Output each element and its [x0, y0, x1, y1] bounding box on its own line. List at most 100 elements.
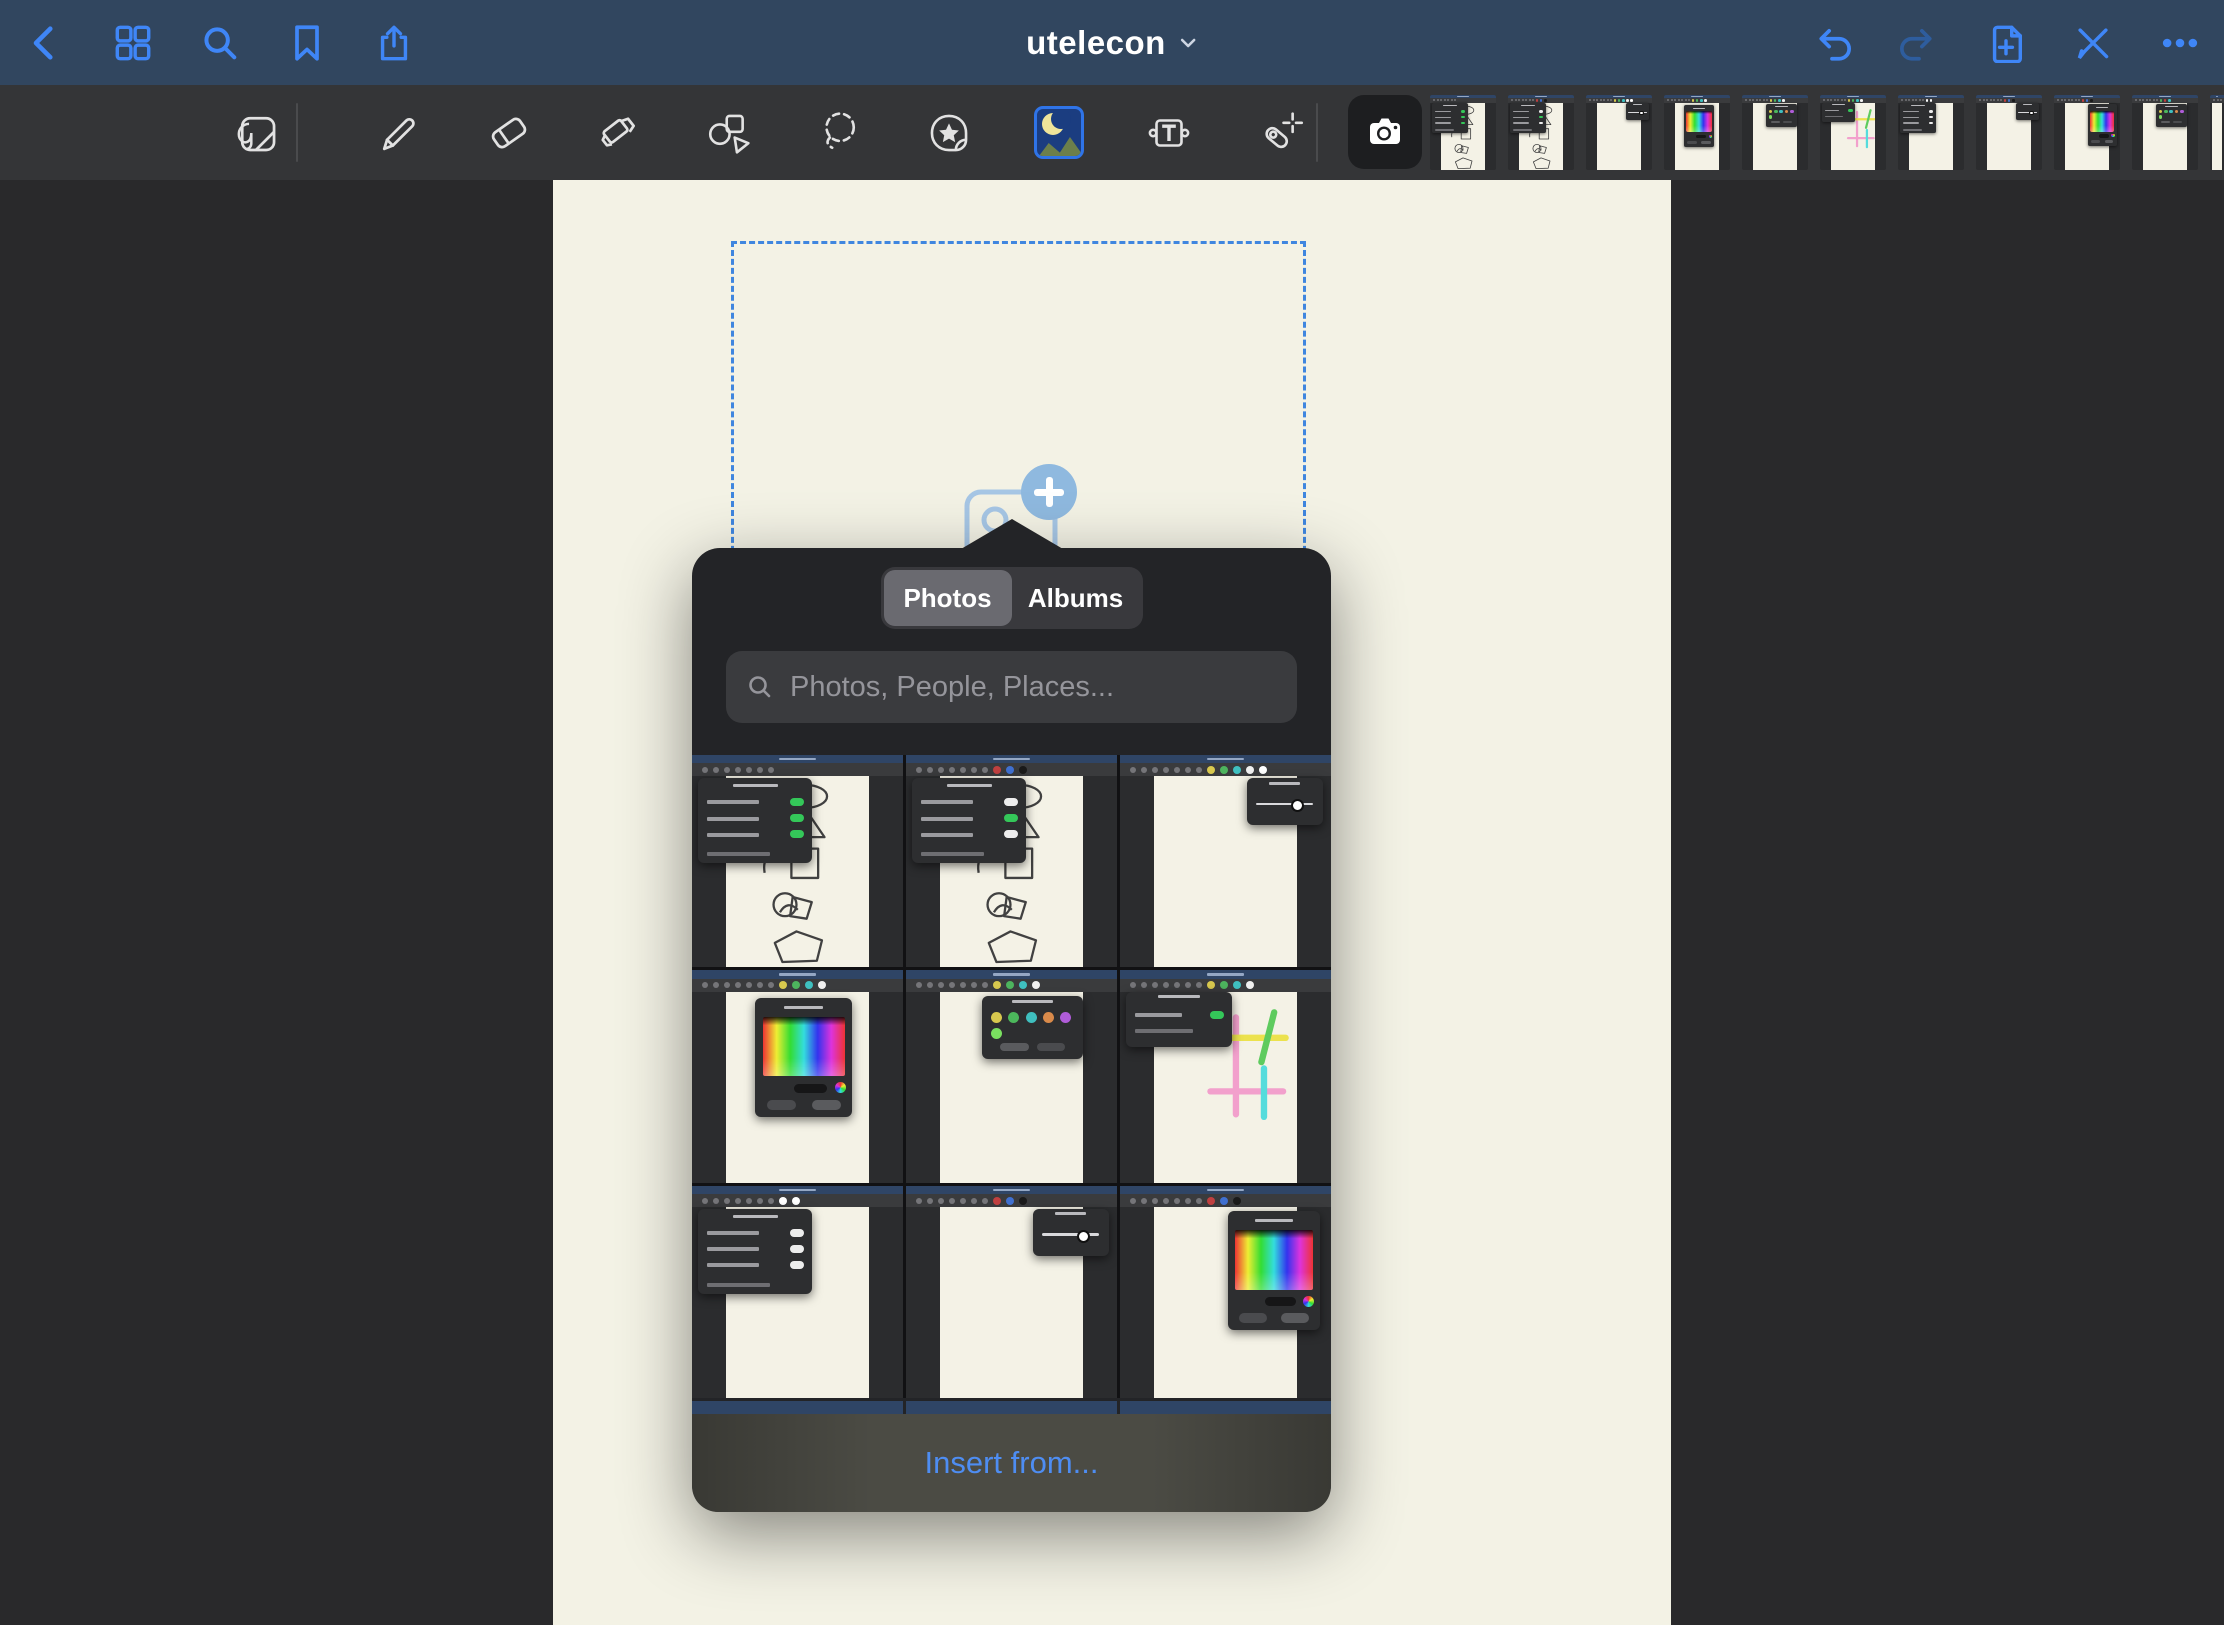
- app-root: utelecon: [0, 0, 2224, 1625]
- mini-popup-slider: [1626, 103, 1650, 120]
- handwriting-mode-icon[interactable]: [232, 108, 282, 158]
- mini-popup-spectrum: [1228, 1211, 1321, 1330]
- mini-navbar: [1120, 970, 1331, 978]
- shapes-tool-icon[interactable]: [704, 108, 754, 158]
- page-thumbnail-screenshot-highlighter-thickness[interactable]: [1586, 95, 1652, 170]
- highlighter-tool-icon[interactable]: [594, 108, 644, 158]
- screenshot-shape-tool-menu: [1508, 95, 1574, 170]
- mini-toolbar: [906, 1194, 1117, 1207]
- undo-icon[interactable]: [1812, 23, 1852, 63]
- mini-navbar: [1120, 1186, 1331, 1194]
- photo-cell-screenshot-pen-thickness[interactable]: [906, 1186, 1117, 1398]
- mini-popup-menu: [1126, 992, 1232, 1047]
- more-icon[interactable]: [2160, 23, 2200, 63]
- insert-from-button[interactable]: Insert from...: [692, 1414, 1331, 1512]
- screenshot-highlighter-color-presets: [906, 970, 1117, 1182]
- screenshot-highlighter-straight-line: [1120, 970, 1331, 1182]
- mini-popup-dots: [1766, 104, 1798, 127]
- mini-navbar: [1120, 755, 1331, 763]
- page-thumbnail-screenshot-shape-tool-menu[interactable]: [1508, 95, 1574, 170]
- mini-toolbar: [692, 979, 903, 992]
- photos-popup: Photos Albums Insert from...: [692, 548, 1331, 1512]
- mini-popup-spectrum: [1684, 105, 1714, 147]
- photo-cell-screenshot-shape-tool-menu[interactable]: [906, 755, 1117, 967]
- navbar-left-group: [26, 0, 414, 85]
- page-thumbnail-screenshot-highlighter-color-spectrum[interactable]: [1664, 95, 1730, 170]
- screenshot-highlighter-color-spectrum: [692, 970, 903, 1182]
- pen-slash-icon[interactable]: [2073, 23, 2113, 63]
- photo-cell-screenshot-eraser-menu[interactable]: [692, 1186, 903, 1398]
- lasso-tool-icon[interactable]: [814, 108, 864, 158]
- camera-icon: [1362, 109, 1408, 155]
- tool-group: [232, 85, 1304, 180]
- page-title: utelecon: [1026, 24, 1166, 62]
- bookmark-icon[interactable]: [287, 23, 327, 63]
- redo-icon[interactable]: [1899, 23, 1939, 63]
- mini-popup-slider: [1033, 1209, 1109, 1256]
- page-thumbnail-screenshot-eraser-menu[interactable]: [1898, 95, 1964, 170]
- navbar: utelecon: [0, 0, 2224, 85]
- mini-popup-menu: [1432, 103, 1468, 133]
- mini-popup-menu: [1822, 103, 1855, 123]
- page-thumbnail-screenshot-highlighter-color-presets[interactable]: [1742, 95, 1808, 170]
- tab-albums[interactable]: Albums: [1012, 570, 1140, 626]
- page-thumbnail-screenshot-color-presets[interactable]: [2132, 95, 2198, 170]
- screenshot-highlighter-color-spectrum: [1664, 95, 1730, 170]
- screenshot-lasso-tool-menu: [1430, 95, 1496, 170]
- screenshot-pen-thickness: [906, 1186, 1117, 1398]
- photos-search-input[interactable]: [788, 670, 1297, 705]
- camera-button[interactable]: [1348, 95, 1422, 169]
- mini-popup-menu: [1510, 103, 1546, 133]
- screenshot-highlighter-thickness: [1586, 95, 1652, 170]
- page-thumbnail-screenshot-lasso-tool-menu[interactable]: [1430, 95, 1496, 170]
- add-page-icon[interactable]: [1986, 23, 2026, 63]
- search-icon[interactable]: [200, 23, 240, 63]
- toolbar-divider: [1316, 103, 1318, 162]
- screenshot-highlighter-color-presets: [1742, 95, 1808, 170]
- page-thumbnail-strip: [1430, 95, 2224, 170]
- document-title-button[interactable]: utelecon: [1026, 0, 1198, 85]
- mini-popup-dots: [2156, 104, 2188, 127]
- mini-toolbar: [906, 979, 1117, 992]
- page-thumbnail-screenshot-highlighter-straight-line[interactable]: [1820, 95, 1886, 170]
- screenshot-shape-tool-menu: [906, 755, 1117, 967]
- back-icon[interactable]: [26, 23, 66, 63]
- mini-toolbar: [1120, 979, 1331, 992]
- photo-cell-screenshot-pen-color-spectrum[interactable]: [1120, 1186, 1331, 1398]
- photo-cell-screenshot-highlighter-straight-line[interactable]: [1120, 970, 1331, 1182]
- grid-icon[interactable]: [113, 23, 153, 63]
- page-thumbnail-clipped[interactable]: [2210, 95, 2224, 170]
- mini-navbar: [692, 970, 903, 978]
- eraser-tool-icon[interactable]: [484, 108, 534, 158]
- pen-tool-icon[interactable]: [374, 108, 424, 158]
- photo-cell-screenshot-highlighter-thickness[interactable]: [1120, 755, 1331, 967]
- mini-navbar: [692, 755, 903, 763]
- photo-cell-screenshot-lasso-tool-menu[interactable]: [692, 755, 903, 967]
- mini-toolbar: [1120, 1194, 1331, 1207]
- tab-photos[interactable]: Photos: [884, 570, 1012, 626]
- mini-popup-slider: [2016, 103, 2040, 120]
- page-thumbnail-screenshot-pen-color-spectrum[interactable]: [2054, 95, 2120, 170]
- photo-cell-screenshot-highlighter-color-spectrum[interactable]: [692, 970, 903, 1182]
- mini-popup-slider: [1247, 778, 1323, 825]
- page-thumbnail-screenshot-pen-thickness[interactable]: [1976, 95, 2042, 170]
- screenshot-pen-color-spectrum: [1120, 1186, 1331, 1398]
- insert-from-label: Insert from...: [925, 1445, 1099, 1481]
- photo-cell-screenshot-highlighter-color-presets[interactable]: [906, 970, 1117, 1182]
- screenshot-color-presets: [2132, 95, 2198, 170]
- sticker-tool-icon[interactable]: [924, 108, 974, 158]
- screenshot-highlighter-straight-line: [1820, 95, 1886, 170]
- popup-arrow: [961, 519, 1063, 549]
- mini-popup-menu: [912, 778, 1026, 863]
- screenshot-pen-thickness: [1976, 95, 2042, 170]
- laser-pointer-tool-icon[interactable]: [1254, 108, 1304, 158]
- mini-popup-menu: [1900, 103, 1936, 133]
- screenshot-clipped: [2210, 95, 2224, 170]
- mini-popup-menu: [698, 1209, 812, 1294]
- chevron-down-icon: [1178, 33, 1198, 53]
- text-tool-icon[interactable]: [1144, 108, 1194, 158]
- image-tool-icon[interactable]: [1034, 108, 1084, 158]
- mini-navbar: [906, 1186, 1117, 1194]
- mini-popup-spectrum: [755, 998, 852, 1117]
- share-icon[interactable]: [374, 23, 414, 63]
